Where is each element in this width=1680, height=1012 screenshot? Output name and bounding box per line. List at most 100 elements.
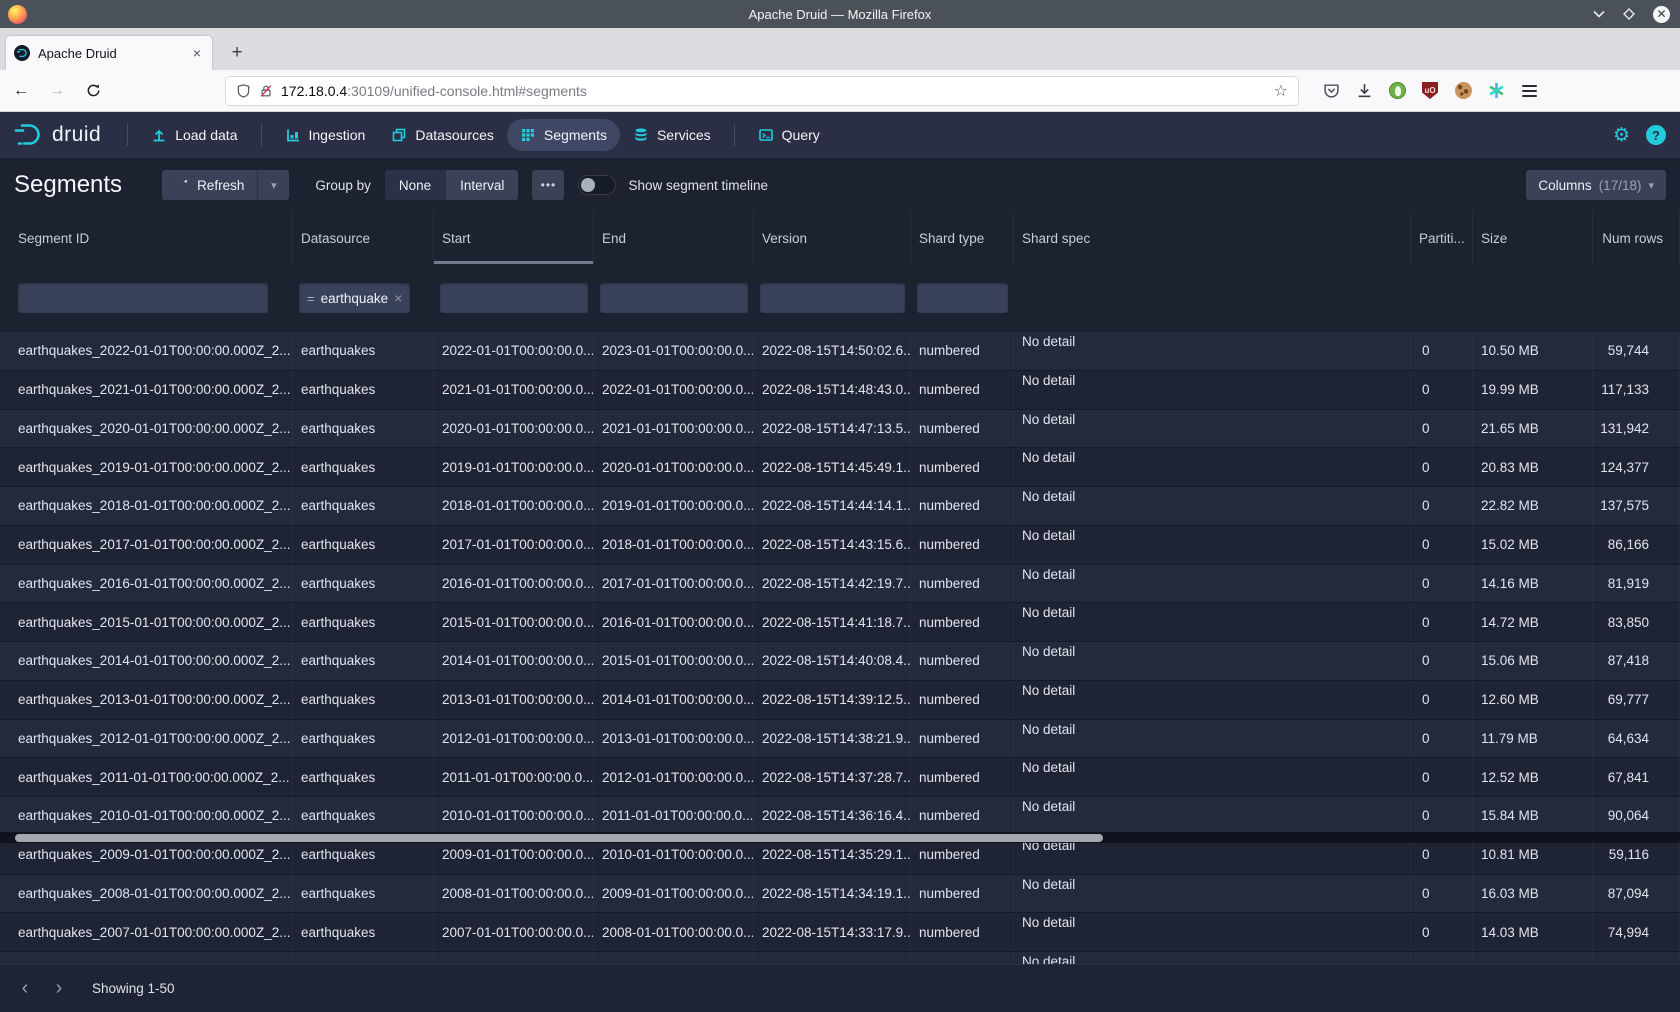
cell-num-rows[interactable]: 81,919 xyxy=(1593,565,1680,603)
cell-size[interactable]: 14.16 MB xyxy=(1473,565,1593,603)
cell-num-rows[interactable]: 117,133 xyxy=(1593,371,1680,409)
cell-num-rows[interactable]: 86,166 xyxy=(1593,526,1680,564)
cell-start[interactable]: 2011-01-01T00:00:00.0... xyxy=(434,758,594,796)
horizontal-scrollbar[interactable] xyxy=(0,832,1680,843)
column-header-shard-type[interactable]: Shard type xyxy=(911,212,1014,264)
close-window-icon[interactable]: ✕ xyxy=(1653,6,1670,23)
cell-partition[interactable]: 0 xyxy=(1411,913,1473,951)
columns-button[interactable]: Columns (17/18) ▾ xyxy=(1526,170,1666,200)
cell-end[interactable]: 2023-01-01T00:00:00.0... xyxy=(594,332,754,370)
horizontal-scrollbar-thumb[interactable] xyxy=(15,834,1103,842)
cell-start[interactable]: 2022-01-01T00:00:00.0... xyxy=(434,332,594,370)
cell-version[interactable]: 2022-08-15T14:44:14.1... xyxy=(754,487,911,525)
cell-partition[interactable]: 0 xyxy=(1411,410,1473,448)
cell-shard-type[interactable]: numbered xyxy=(911,720,1014,758)
cell-version[interactable]: 2022-08-15T14:33:17.9... xyxy=(754,913,911,951)
cell-end[interactable]: 2020-01-01T00:00:00.0... xyxy=(594,448,754,486)
cell-shard-spec[interactable]: No detail xyxy=(1014,681,1411,719)
cell-start[interactable]: 2018-01-01T00:00:00.0... xyxy=(434,487,594,525)
cell-start[interactable]: 2016-01-01T00:00:00.0... xyxy=(434,565,594,603)
cell-partition[interactable]: 0 xyxy=(1411,487,1473,525)
cell-datasource[interactable]: earthquakes xyxy=(293,758,434,796)
cell-datasource[interactable]: earthquakes xyxy=(293,565,434,603)
cell-segment-id[interactable]: earthquakes_2018-01-01T00:00:00.000Z_2..… xyxy=(0,487,293,525)
cell-shard-type[interactable]: numbered xyxy=(911,487,1014,525)
privacy-badger-icon[interactable] xyxy=(1388,82,1406,100)
cell-start[interactable]: 2012-01-01T00:00:00.0... xyxy=(434,720,594,758)
cell-num-rows[interactable]: 74,994 xyxy=(1593,913,1680,951)
cell-partition[interactable]: 0 xyxy=(1411,448,1473,486)
column-header-start[interactable]: Start xyxy=(434,212,594,264)
nav-item-load-data[interactable]: Load data xyxy=(138,119,250,151)
cell-size[interactable]: 11.79 MB xyxy=(1473,720,1593,758)
column-header-shard-spec[interactable]: Shard spec xyxy=(1014,212,1411,264)
remove-filter-icon[interactable]: × xyxy=(394,290,402,306)
cell-shard-spec[interactable]: No detail xyxy=(1014,720,1411,758)
cell-shard-spec[interactable]: No detail xyxy=(1014,875,1411,913)
prev-page-button[interactable]: ‹ xyxy=(10,974,40,1004)
cell-size[interactable]: 16.03 MB xyxy=(1473,875,1593,913)
cell-datasource[interactable]: earthquakes xyxy=(293,448,434,486)
filter-input-segment-id[interactable] xyxy=(18,283,268,313)
druid-logo[interactable]: druid xyxy=(14,122,101,148)
cell-start[interactable]: 2021-01-01T00:00:00.0... xyxy=(434,371,594,409)
cell-version[interactable]: 2022-08-15T14:34:19.1... xyxy=(754,875,911,913)
cell-shard-spec[interactable]: No detail xyxy=(1014,603,1411,641)
cell-size[interactable]: 20.83 MB xyxy=(1473,448,1593,486)
cell-datasource[interactable]: earthquakes xyxy=(293,913,434,951)
cell-version[interactable]: 2022-08-15T14:45:49.1... xyxy=(754,448,911,486)
nav-item-services[interactable]: Services xyxy=(620,119,724,151)
cell-version[interactable]: 2022-08-15T14:43:15.6... xyxy=(754,526,911,564)
cell-segment-id[interactable]: earthquakes_2017-01-01T00:00:00.000Z_2..… xyxy=(0,526,293,564)
cell-segment-id[interactable]: earthquakes_2011-01-01T00:00:00.000Z_2..… xyxy=(0,758,293,796)
cell-size[interactable]: 15.06 MB xyxy=(1473,642,1593,680)
cell-shard-type[interactable]: numbered xyxy=(911,875,1014,913)
cell-num-rows[interactable]: 64,634 xyxy=(1593,720,1680,758)
refresh-button[interactable]: Refresh xyxy=(162,170,257,200)
column-header-datasource[interactable]: Datasource xyxy=(293,212,434,264)
cell-partition[interactable]: 0 xyxy=(1411,758,1473,796)
column-header-partiti[interactable]: Partiti... xyxy=(1411,212,1473,264)
cell-shard-type[interactable]: numbered xyxy=(911,913,1014,951)
url-text[interactable]: 172.18.0.4:30109/unified-console.html#se… xyxy=(281,83,1266,99)
cell-shard-type[interactable]: numbered xyxy=(911,603,1014,641)
cell-num-rows[interactable]: 87,418 xyxy=(1593,642,1680,680)
cell-version[interactable]: 2022-08-15T14:38:21.9... xyxy=(754,720,911,758)
filter-input-version[interactable] xyxy=(760,283,905,313)
cell-size[interactable]: 10.50 MB xyxy=(1473,332,1593,370)
cell-segment-id[interactable]: earthquakes_2007-01-01T00:00:00.000Z_2..… xyxy=(0,913,293,951)
nav-item-datasources[interactable]: Datasources xyxy=(378,119,507,151)
cell-partition[interactable]: 0 xyxy=(1411,797,1473,835)
minimize-icon[interactable] xyxy=(1593,10,1605,18)
column-header-version[interactable]: Version xyxy=(754,212,911,264)
url-bar[interactable]: 172.18.0.4:30109/unified-console.html#se… xyxy=(226,77,1298,105)
cell-shard-type[interactable]: numbered xyxy=(911,332,1014,370)
cell-end[interactable]: 2015-01-01T00:00:00.0... xyxy=(594,642,754,680)
cell-version[interactable]: 2022-08-15T14:36:16.4... xyxy=(754,797,911,835)
more-options-button[interactable]: ••• xyxy=(532,170,564,200)
cell-size[interactable]: 12.52 MB xyxy=(1473,758,1593,796)
cell-datasource[interactable]: earthquakes xyxy=(293,487,434,525)
cell-version[interactable]: 2022-08-15T14:41:18.7... xyxy=(754,603,911,641)
insecure-lock-icon[interactable] xyxy=(259,83,273,99)
cookie-extension-icon[interactable] xyxy=(1454,82,1472,100)
cell-num-rows[interactable]: 69,777 xyxy=(1593,681,1680,719)
cell-version[interactable]: 2022-08-15T14:48:43.0... xyxy=(754,371,911,409)
cell-shard-spec[interactable]: No detail xyxy=(1014,448,1411,486)
cell-partition[interactable]: 0 xyxy=(1411,371,1473,409)
cell-shard-spec[interactable]: No detail xyxy=(1014,410,1411,448)
back-icon[interactable]: ← xyxy=(6,76,36,106)
cell-size[interactable]: 12.60 MB xyxy=(1473,681,1593,719)
cell-shard-type[interactable]: numbered xyxy=(911,526,1014,564)
cell-partition[interactable]: 0 xyxy=(1411,875,1473,913)
nav-item-ingestion[interactable]: Ingestion xyxy=(272,119,379,151)
cell-datasource[interactable]: earthquakes xyxy=(293,371,434,409)
pocket-icon[interactable] xyxy=(1322,82,1340,100)
cell-num-rows[interactable]: 137,575 xyxy=(1593,487,1680,525)
settings-gear-icon[interactable]: ⚙ xyxy=(1613,124,1630,147)
cell-partition[interactable]: 0 xyxy=(1411,603,1473,641)
cell-start[interactable]: 2020-01-01T00:00:00.0... xyxy=(434,410,594,448)
cell-segment-id[interactable]: earthquakes_2019-01-01T00:00:00.000Z_2..… xyxy=(0,448,293,486)
cell-num-rows[interactable]: 87,094 xyxy=(1593,875,1680,913)
cell-segment-id[interactable]: earthquakes_2022-01-01T00:00:00.000Z_2..… xyxy=(0,332,293,370)
